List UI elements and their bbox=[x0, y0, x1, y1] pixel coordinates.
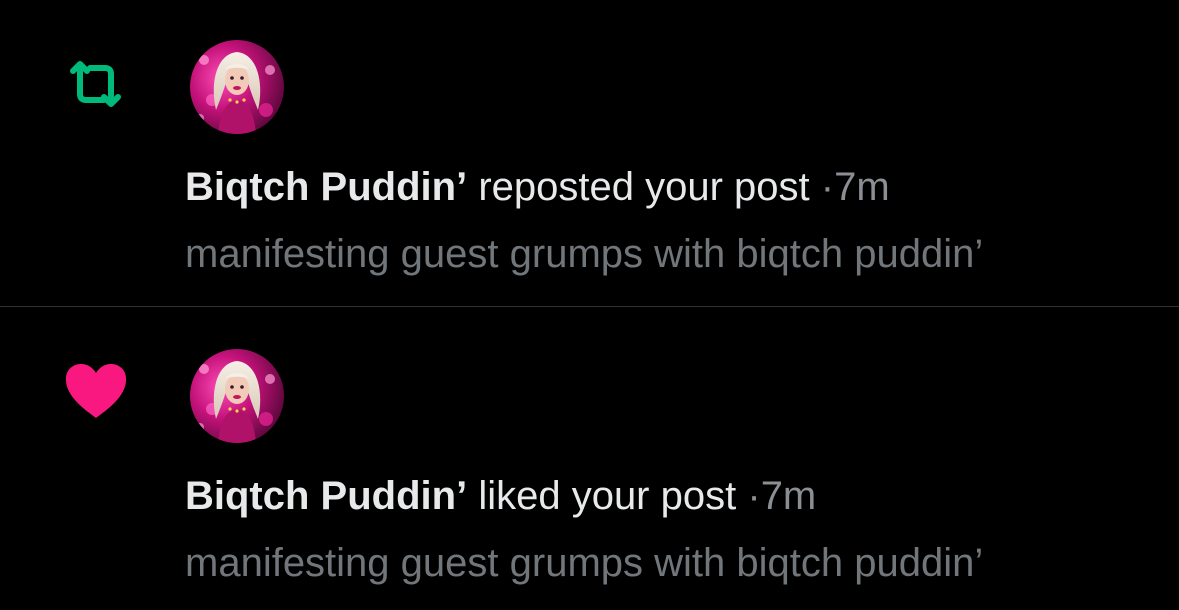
timestamp: 7m bbox=[760, 474, 817, 518]
post-preview[interactable]: manifesting guest grumps with biqtch pud… bbox=[185, 230, 983, 278]
action-text: liked your post bbox=[478, 474, 737, 518]
action-text: reposted your post bbox=[478, 165, 810, 209]
avatar[interactable] bbox=[190, 349, 284, 443]
notification-repost[interactable]: Biqtch Puddin’ reposted your post ·7m ma… bbox=[0, 0, 1179, 306]
author-name[interactable]: Biqtch Puddin’ bbox=[185, 165, 467, 209]
separator-dot: · bbox=[820, 165, 835, 209]
notification-headline: Biqtch Puddin’ liked your post ·7m bbox=[185, 472, 816, 520]
repost-icon bbox=[60, 48, 132, 120]
timestamp: 7m bbox=[834, 165, 890, 209]
post-preview[interactable]: manifesting guest grumps with biqtch pud… bbox=[185, 539, 983, 587]
separator-dot: · bbox=[747, 474, 761, 518]
author-name[interactable]: Biqtch Puddin’ bbox=[185, 474, 467, 518]
notification-like[interactable]: Biqtch Puddin’ liked your post ·7m manif… bbox=[0, 307, 1179, 610]
heart-icon bbox=[60, 356, 132, 428]
avatar[interactable] bbox=[190, 40, 284, 134]
notification-headline: Biqtch Puddin’ reposted your post ·7m bbox=[185, 163, 890, 211]
